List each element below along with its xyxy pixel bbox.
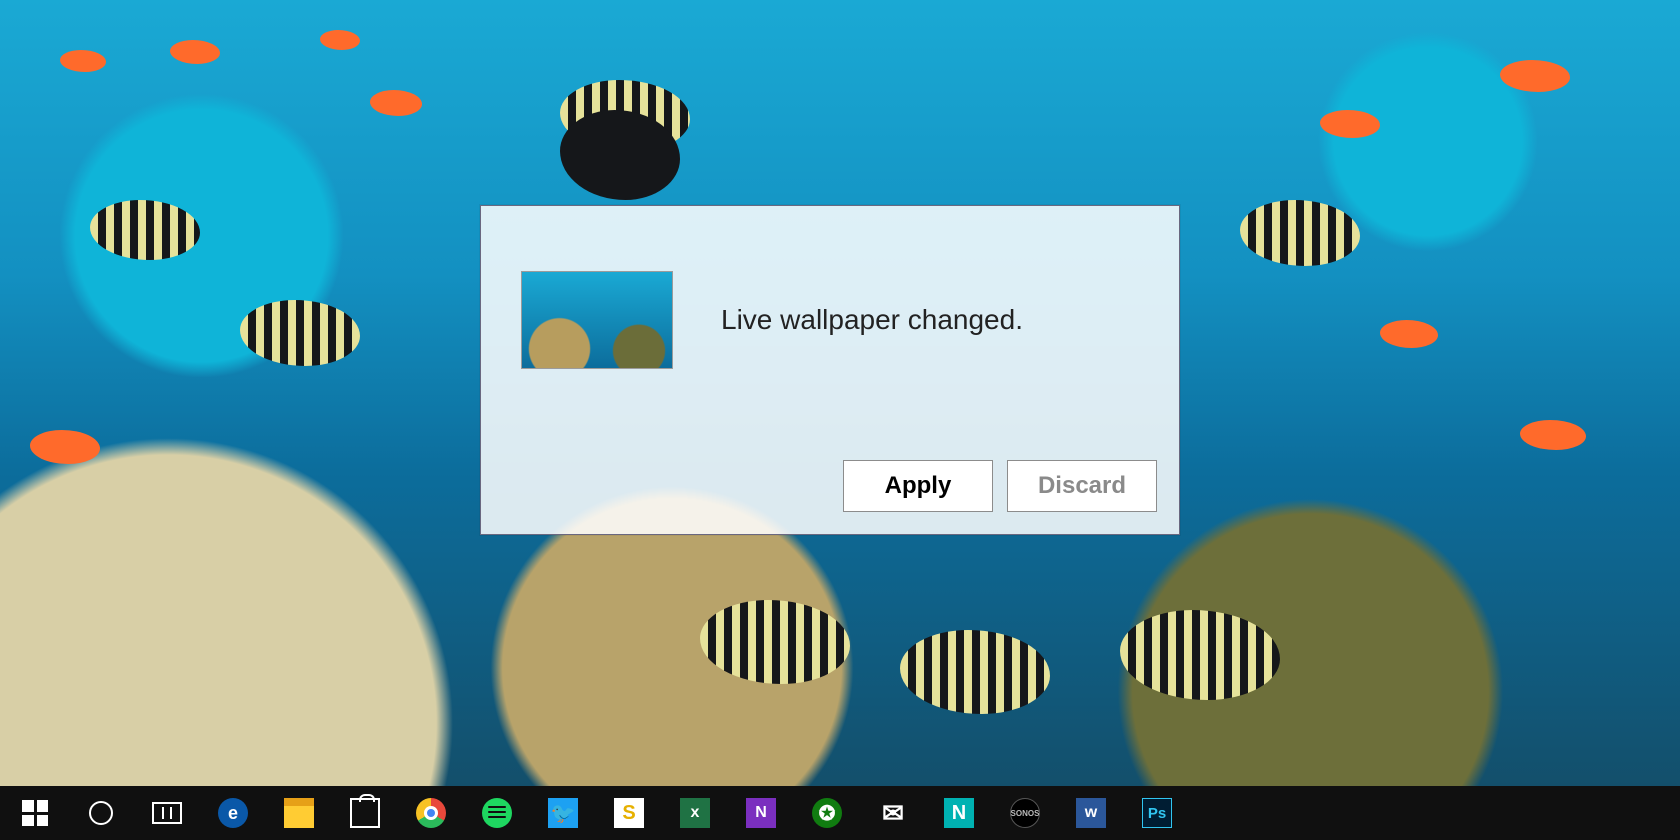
taskbar-app-onenote[interactable]: N — [730, 786, 792, 840]
taskbar-app-nextgen[interactable]: N — [928, 786, 990, 840]
file-explorer-icon — [284, 798, 314, 828]
slack-icon: S — [614, 798, 644, 828]
taskbar-app-edge[interactable]: e — [202, 786, 264, 840]
store-icon — [350, 798, 380, 828]
fish-icon — [90, 200, 200, 260]
taskbar-app-twitter[interactable]: 🐦 — [532, 786, 594, 840]
taskbar-app-photoshop[interactable]: Ps — [1126, 786, 1188, 840]
fish-icon — [1320, 110, 1380, 138]
xbox-icon: ✪ — [812, 798, 842, 828]
fish-icon — [30, 430, 100, 464]
discard-button[interactable]: Discard — [1007, 460, 1157, 512]
dialog-message: Live wallpaper changed. — [721, 304, 1023, 336]
onenote-icon: N — [746, 798, 776, 828]
cortana-button[interactable] — [70, 786, 132, 840]
excel-icon: x — [680, 798, 710, 828]
taskbar-app-mail[interactable]: ✉ — [862, 786, 924, 840]
mail-icon: ✉ — [878, 798, 908, 828]
fish-icon — [1240, 200, 1360, 266]
nextgen-icon: N — [944, 798, 974, 828]
fish-icon — [900, 630, 1050, 714]
fish-icon — [320, 30, 360, 50]
taskbar-app-excel[interactable]: x — [664, 786, 726, 840]
apply-button[interactable]: Apply — [843, 460, 993, 512]
taskbar-app-slack[interactable]: S — [598, 786, 660, 840]
task-view-icon — [152, 802, 182, 824]
fish-icon — [170, 40, 220, 64]
task-view-button[interactable] — [136, 786, 198, 840]
fish-icon — [240, 300, 360, 366]
fish-icon — [370, 90, 422, 116]
fish-icon — [1520, 420, 1586, 450]
chrome-icon — [416, 798, 446, 828]
wallpaper-thumbnail — [521, 271, 673, 369]
photoshop-icon: Ps — [1142, 798, 1172, 828]
taskbar-app-chrome[interactable] — [400, 786, 462, 840]
fish-icon — [1120, 610, 1280, 700]
fish-icon — [700, 600, 850, 684]
taskbar-app-file-explorer[interactable] — [268, 786, 330, 840]
word-icon: w — [1076, 798, 1106, 828]
taskbar-app-xbox[interactable]: ✪ — [796, 786, 858, 840]
spotify-icon — [482, 798, 512, 828]
taskbar-app-store[interactable] — [334, 786, 396, 840]
sonos-icon: SONOS — [1010, 798, 1040, 828]
taskbar-app-spotify[interactable] — [466, 786, 528, 840]
taskbar: e 🐦 S x N ✪ ✉ N SONOS w Ps — [0, 786, 1680, 840]
start-button[interactable] — [4, 786, 66, 840]
edge-icon: e — [218, 798, 248, 828]
twitter-icon: 🐦 — [548, 798, 578, 828]
fish-icon — [1380, 320, 1438, 348]
cortana-icon — [89, 801, 113, 825]
windows-logo-icon — [22, 800, 48, 826]
taskbar-app-word[interactable]: w — [1060, 786, 1122, 840]
wallpaper-change-dialog: Live wallpaper changed. Apply Discard — [480, 205, 1180, 535]
fish-icon — [1500, 60, 1570, 92]
fish-icon — [60, 50, 106, 72]
taskbar-app-sonos[interactable]: SONOS — [994, 786, 1056, 840]
